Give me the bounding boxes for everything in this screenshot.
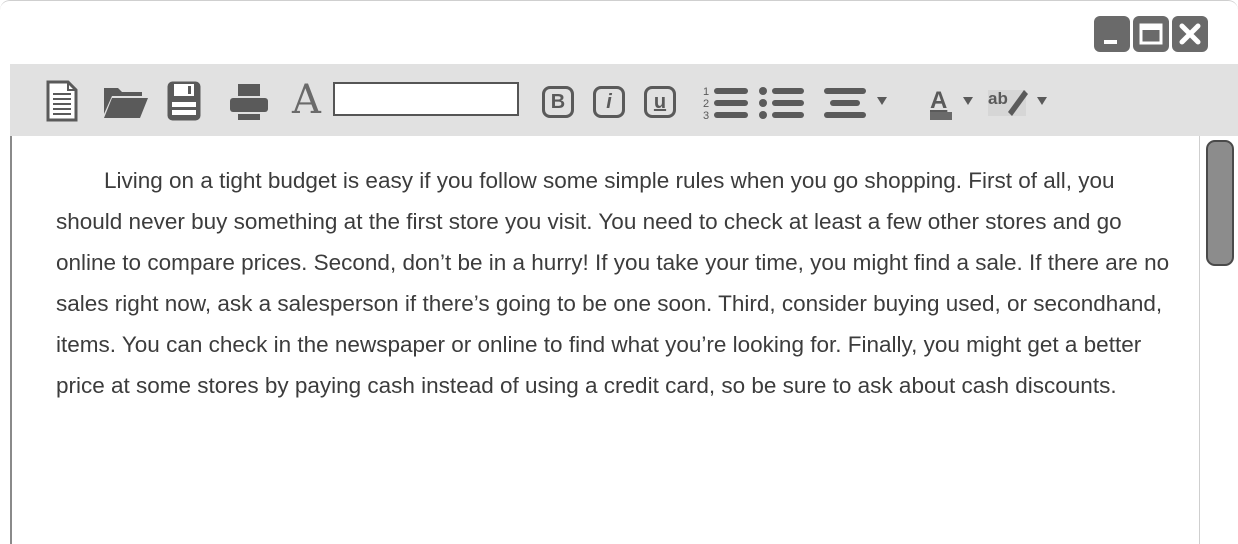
align-center-icon[interactable] — [822, 84, 868, 122]
open-folder-icon[interactable] — [102, 82, 150, 120]
formatting-toolbar: A B i u 1 2 3 A ab — [10, 64, 1238, 136]
vertical-scrollbar[interactable] — [1199, 136, 1238, 544]
bold-button[interactable]: B — [542, 86, 574, 118]
save-icon[interactable] — [166, 80, 202, 122]
numbered-list-digit-3: 3 — [703, 110, 709, 122]
maximize-button[interactable] — [1133, 16, 1169, 52]
text-color-label: A — [930, 87, 947, 114]
font-label: A — [292, 77, 321, 123]
highlight-label: ab — [988, 89, 1008, 108]
editor-window: A B i u 1 2 3 A ab Living on a tight bud… — [0, 0, 1238, 544]
maximize-icon — [1139, 23, 1163, 45]
print-icon[interactable] — [228, 82, 270, 120]
underline-button[interactable]: u — [644, 86, 676, 118]
text-color-icon[interactable]: A — [926, 80, 956, 122]
document-text[interactable]: Living on a tight budget is easy if you … — [56, 160, 1176, 406]
italic-button[interactable]: i — [593, 86, 625, 118]
font-input[interactable] — [333, 82, 519, 116]
numbered-list-digit-2: 2 — [703, 98, 709, 110]
window-controls — [1094, 16, 1208, 52]
align-dropdown-arrow-icon[interactable] — [876, 96, 888, 106]
close-icon — [1179, 23, 1201, 45]
highlight-dropdown-arrow-icon[interactable] — [1036, 96, 1048, 106]
numbered-list-icon[interactable]: 1 2 3 — [702, 84, 752, 122]
document-area[interactable]: Living on a tight budget is easy if you … — [10, 136, 1238, 544]
highlight-icon[interactable]: ab — [986, 84, 1030, 120]
bullet-list-icon[interactable] — [758, 84, 808, 122]
text-color-dropdown-arrow-icon[interactable] — [962, 96, 974, 106]
scrollbar-thumb[interactable] — [1206, 140, 1234, 266]
close-button[interactable] — [1172, 16, 1208, 52]
numbered-list-digit-1: 1 — [703, 86, 709, 98]
minimize-button[interactable] — [1094, 16, 1130, 52]
minimize-icon — [1104, 40, 1117, 44]
window-frame — [0, 0, 1238, 11]
new-document-icon[interactable] — [46, 80, 78, 122]
